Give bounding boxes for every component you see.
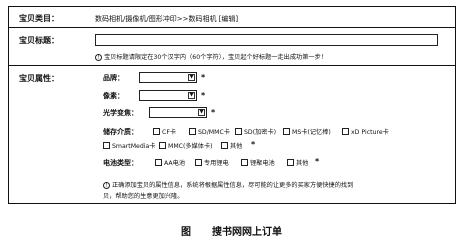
attributes-hint: ! 正确添加宝贝的属性信息，系统将根据属性信息，尽可能的让更多的买家方便快捷的找… [103, 180, 353, 189]
storage-checkbox-other[interactable] [221, 142, 228, 149]
category-label: 宝贝类目： [19, 14, 59, 23]
attributes-hint-line2: 贝，帮助您的生意更加兴隆。 [103, 193, 184, 200]
category-value[interactable]: 数码相机/摄像机/图形冲印>>数码相机 [编辑] [95, 14, 238, 24]
battery-label: 电池类型： [103, 159, 138, 167]
attributes-label: 宝贝属性： [19, 74, 59, 83]
product-form-panel: 宝贝类目： 数码相机/摄像机/图形冲印>>数码相机 [编辑] 宝贝标题： ! 宝… [8, 6, 456, 204]
zoom-label: 光学变焦： [103, 109, 138, 117]
required-mark: * [315, 157, 320, 166]
attributes-hint-line1: 正确添加宝贝的属性信息，系统将根据属性信息，尽可能的让更多的买家方便快捷的找到 [111, 182, 354, 189]
info-icon: ! [103, 181, 110, 189]
brand-select[interactable]: ▼ [139, 72, 197, 83]
storage-checkbox-ms[interactable] [283, 128, 290, 135]
storage-checkbox-smartmedia[interactable] [103, 142, 110, 149]
zoom-select[interactable]: ▼ [149, 107, 207, 118]
required-mark: * [251, 140, 256, 149]
storage-option-smartmedia: SmartMedia卡 [112, 143, 156, 150]
pixel-label: 像素： [103, 92, 124, 100]
storage-option-mmc: MMC(多媒体卡) [168, 143, 213, 150]
divider [9, 27, 455, 28]
storage-option-sd-encrypted: SD(加密卡) [244, 129, 277, 136]
figure-caption: 搜书网网上订单 [212, 227, 282, 238]
title-hint: ! 宝贝标题请限定在30个汉字内（60个字符），宝贝起个好标题一走出成功第一步！ [95, 52, 327, 61]
chevron-down-icon: ▼ [198, 109, 205, 116]
battery-checkbox-lipo[interactable] [241, 159, 248, 166]
battery-option-li: 专用锂电 [204, 160, 229, 167]
battery-checkbox-aa[interactable] [155, 159, 162, 166]
storage-checkbox-cf[interactable] [153, 128, 160, 135]
battery-checkbox-other[interactable] [287, 159, 294, 166]
info-icon: ! [95, 53, 102, 61]
brand-label: 品牌： [103, 74, 124, 82]
divider [9, 65, 455, 66]
storage-option-sdmmc: SD/MMC卡 [198, 129, 230, 136]
chevron-down-icon: ▼ [188, 74, 195, 81]
storage-checkbox-sd-encrypted[interactable] [235, 128, 242, 135]
title-input[interactable] [95, 34, 438, 46]
storage-checkbox-sdmmc[interactable] [189, 128, 196, 135]
battery-option-aa: AA电池 [164, 160, 186, 167]
storage-checkbox-xd[interactable] [342, 128, 349, 135]
storage-option-xd: xD Picture卡 [351, 129, 389, 136]
storage-option-other: 其他 [230, 143, 243, 150]
pixel-select[interactable]: ▼ [139, 90, 197, 101]
required-mark: * [201, 73, 206, 82]
title-hint-text: 宝贝标题请限定在30个汉字内（60个字符），宝贝起个好标题一走出成功第一步！ [103, 54, 327, 61]
required-mark: * [201, 91, 206, 100]
required-mark: * [211, 108, 216, 117]
storage-option-cf: CF卡 [162, 129, 177, 136]
storage-checkbox-mmc[interactable] [159, 142, 166, 149]
battery-option-lipo: 锂聚电池 [250, 160, 275, 167]
storage-option-ms: MS卡(记忆棒) [292, 129, 331, 136]
title-label: 宝贝标题： [19, 36, 59, 45]
battery-option-other: 其他 [296, 160, 309, 167]
storage-label: 储存介质： [103, 128, 138, 136]
figure-label: 图 [181, 227, 191, 238]
battery-checkbox-li[interactable] [195, 159, 202, 166]
chevron-down-icon: ▼ [188, 92, 195, 99]
